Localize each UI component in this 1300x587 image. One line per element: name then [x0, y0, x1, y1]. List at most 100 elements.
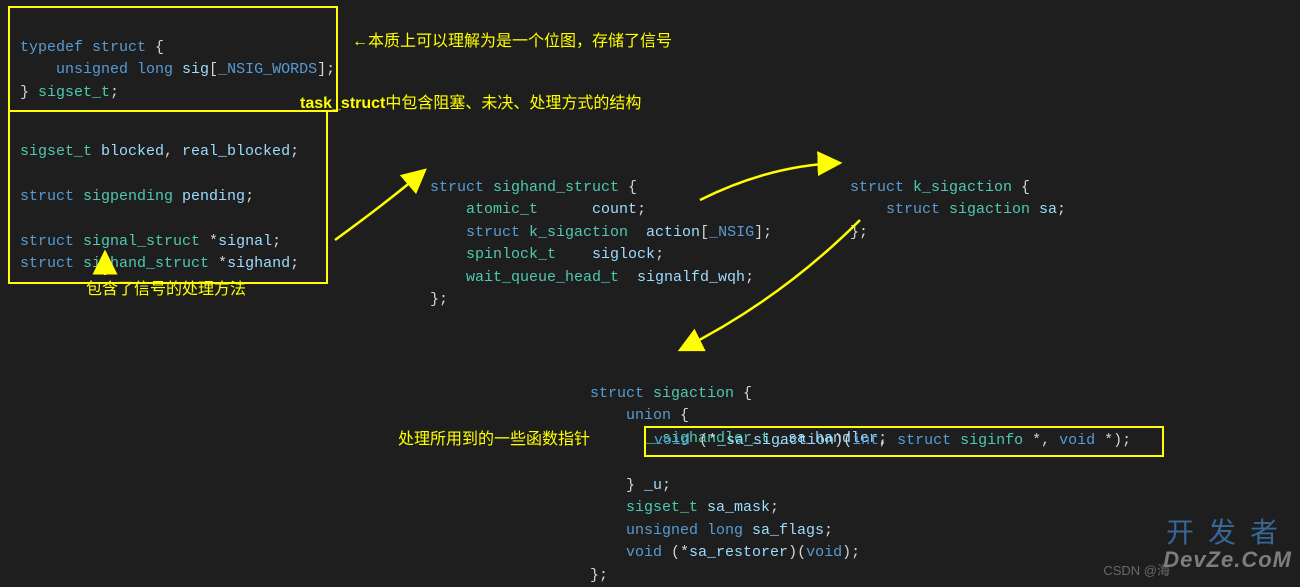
- punct: *);: [1095, 432, 1131, 449]
- var: sig: [173, 61, 209, 78]
- punct: }: [20, 84, 38, 101]
- punct: ,: [164, 143, 182, 160]
- watermark-en: DevZe.CoM: [1163, 543, 1292, 576]
- code-sighand-struct: struct sighand_struct { atomic_t count; …: [430, 154, 772, 312]
- type: sigset_t: [590, 499, 698, 516]
- kw: void: [590, 544, 662, 561]
- annotation-task-struct: task_struct中包含阻塞、未决、处理方式的结构: [300, 92, 641, 116]
- kw: unsigned long: [590, 522, 743, 539]
- kw: struct: [430, 179, 484, 196]
- macro: _NSIG_WORDS: [218, 61, 317, 78]
- punct: ;: [1057, 201, 1066, 218]
- annotation-function-pointers: 处理所用到的一些函数指针: [398, 428, 590, 452]
- kw: struct: [590, 385, 644, 402]
- var: blocked: [92, 143, 164, 160]
- punct: ;: [290, 143, 299, 160]
- punct: *: [200, 233, 218, 250]
- punct: }: [590, 477, 644, 494]
- kw: void: [806, 544, 842, 561]
- punct: ];: [754, 224, 772, 241]
- punct: *,: [1023, 432, 1059, 449]
- kw: struct: [83, 39, 146, 56]
- kw: struct: [20, 233, 74, 250]
- punct: ;: [824, 522, 833, 539]
- type: sigset_t: [38, 84, 110, 101]
- punct: ];: [317, 61, 335, 78]
- kw: void: [1059, 432, 1095, 449]
- punct: );: [842, 544, 860, 561]
- code-box-task-struct-members: sigset_t blocked, real_blocked; struct s…: [8, 110, 328, 284]
- kw: struct: [897, 432, 951, 449]
- type: signal_struct: [74, 233, 200, 250]
- punct: {: [1012, 179, 1030, 196]
- var: siglock: [556, 246, 655, 263]
- punct: ;: [655, 246, 664, 263]
- punct: ;: [245, 188, 254, 205]
- type: k_sigaction: [520, 224, 628, 241]
- punct: [: [700, 224, 709, 241]
- punct: };: [850, 224, 868, 241]
- kw: struct: [20, 188, 74, 205]
- punct: ;: [637, 201, 646, 218]
- punct: {: [671, 407, 689, 424]
- type: sigset_t: [20, 143, 92, 160]
- punct: *: [209, 255, 227, 272]
- text: 中包含阻塞、未决、处理方式的结构: [385, 95, 641, 112]
- kw: struct: [850, 201, 940, 218]
- kw: struct: [20, 255, 74, 272]
- punct: };: [590, 567, 608, 584]
- kw: typedef: [20, 39, 83, 56]
- kw: void: [654, 432, 690, 449]
- punct: ;: [272, 233, 281, 250]
- annotation-bitmap: ←本质上可以理解为是一个位图，存储了信号: [352, 30, 672, 54]
- punct: [: [209, 61, 218, 78]
- macro: _NSIG: [709, 224, 754, 241]
- punct: {: [734, 385, 752, 402]
- type: k_sigaction: [904, 179, 1012, 196]
- var: _u: [644, 477, 662, 494]
- var: sa_flags: [743, 522, 824, 539]
- punct: ;: [745, 269, 754, 286]
- var: signal: [218, 233, 272, 250]
- code-k-sigaction: struct k_sigaction { struct sigaction sa…: [850, 154, 1066, 244]
- punct: ,: [879, 432, 897, 449]
- punct: };: [430, 291, 448, 308]
- type: sigaction: [940, 201, 1030, 218]
- punct: ;: [110, 84, 119, 101]
- var: sa_mask: [698, 499, 770, 516]
- var: sa_restorer: [689, 544, 788, 561]
- csdn-watermark: CSDN @海: [1103, 561, 1170, 581]
- var: action: [628, 224, 700, 241]
- kw: struct: [850, 179, 904, 196]
- annotation-handler-methods: 包含了信号的处理方法: [86, 278, 246, 302]
- punct: (*: [690, 432, 717, 449]
- punct: )(: [834, 432, 852, 449]
- punct: ;: [662, 477, 671, 494]
- var: count: [538, 201, 637, 218]
- punct: {: [146, 39, 164, 56]
- var: sa: [1030, 201, 1057, 218]
- code-box-sigset-typedef: typedef struct { unsigned long sig[_NSIG…: [8, 6, 338, 112]
- type: atomic_t: [430, 201, 538, 218]
- kw: int: [852, 432, 879, 449]
- punct: {: [619, 179, 637, 196]
- var: signalfd_wqh: [619, 269, 745, 286]
- kw: struct: [430, 224, 520, 241]
- punct: (*: [662, 544, 689, 561]
- type: sigaction: [644, 385, 734, 402]
- type: sigpending: [74, 188, 173, 205]
- punct: ;: [290, 255, 299, 272]
- type: sighand_struct: [484, 179, 619, 196]
- kw: unsigned long: [20, 61, 173, 78]
- arrow-sighand-to-struct: [335, 170, 425, 240]
- punct: )(: [788, 544, 806, 561]
- type: sighand_struct: [74, 255, 209, 272]
- type: wait_queue_head_t: [430, 269, 619, 286]
- type: siginfo: [951, 432, 1023, 449]
- kw: union: [590, 407, 671, 424]
- var: sighand: [227, 255, 290, 272]
- code-sigaction-tail: } _u; sigset_t sa_mask; unsigned long sa…: [590, 452, 860, 587]
- var: pending: [173, 188, 245, 205]
- var: real_blocked: [182, 143, 290, 160]
- punct: ;: [770, 499, 779, 516]
